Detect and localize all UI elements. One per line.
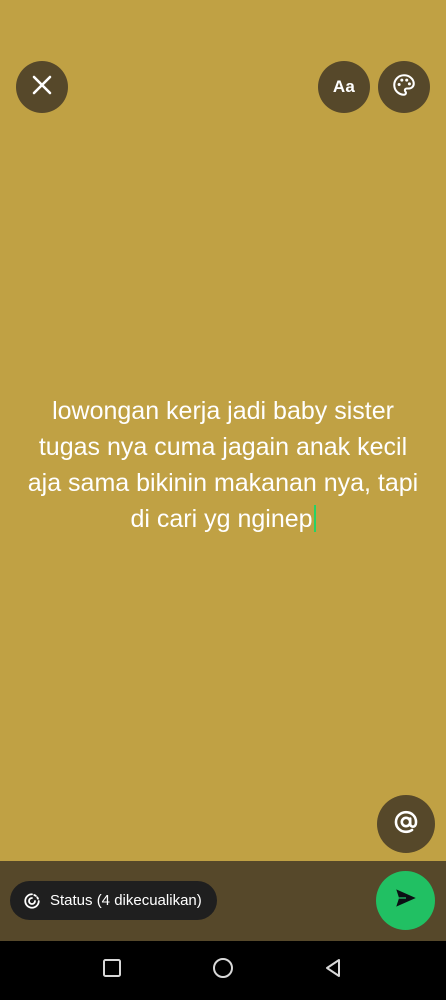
text-caret	[313, 505, 316, 532]
square-icon	[102, 958, 122, 983]
system-navigation-bar	[0, 941, 446, 1000]
color-palette-button[interactable]	[378, 61, 430, 113]
triangle-back-icon	[323, 958, 343, 983]
status-audience-button[interactable]: Status (4 dikecualikan)	[10, 881, 217, 920]
at-sign-icon	[392, 808, 420, 841]
close-icon	[30, 73, 54, 102]
status-text-input[interactable]: lowongan kerja jadi baby sister tugas ny…	[18, 393, 428, 537]
close-button[interactable]	[16, 61, 68, 113]
recents-button[interactable]	[97, 955, 127, 985]
home-button[interactable]	[208, 955, 238, 985]
font-style-label: Aa	[332, 77, 356, 96]
status-text-content: lowongan kerja jadi baby sister tugas ny…	[27, 397, 419, 533]
status-composer-screen: Aa lowongan kerja jadi baby sister tugas…	[0, 0, 446, 1000]
status-audience-label: Status (4 dikecualikan)	[50, 892, 202, 909]
status-bottom-bar: Status (4 dikecualikan)	[0, 861, 446, 941]
status-ring-icon	[23, 892, 41, 910]
font-style-button[interactable]: Aa	[318, 61, 370, 113]
palette-icon	[391, 72, 417, 103]
mention-button[interactable]	[377, 795, 435, 853]
send-icon	[393, 885, 419, 916]
back-button[interactable]	[318, 955, 348, 985]
circle-icon	[212, 957, 234, 984]
send-button[interactable]	[376, 871, 435, 930]
